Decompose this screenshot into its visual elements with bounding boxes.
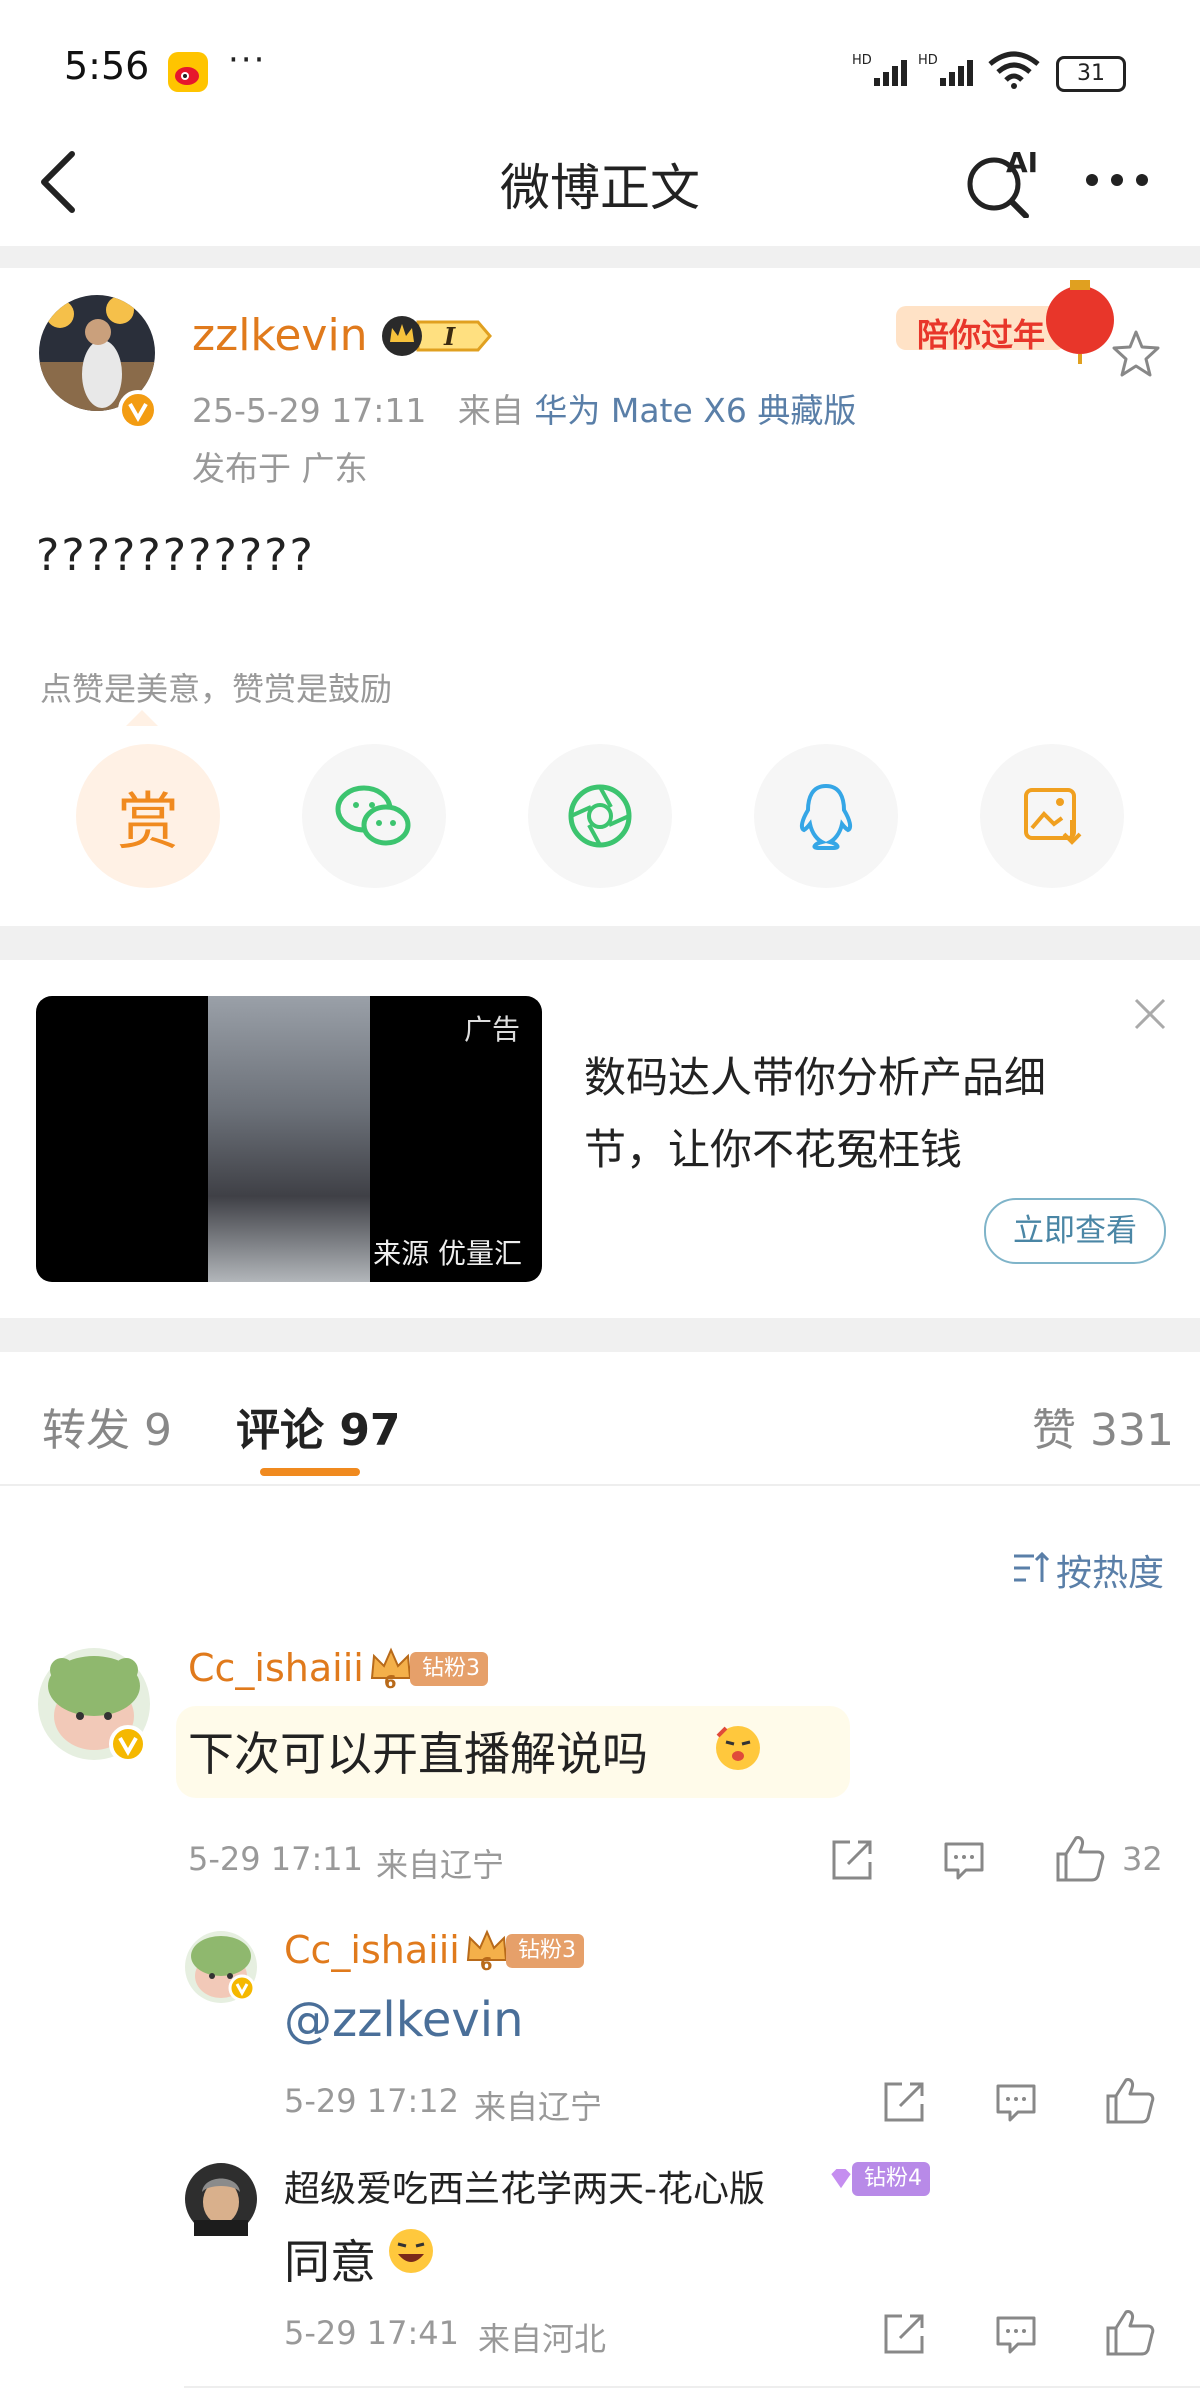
- share-qq-button[interactable]: [754, 744, 898, 888]
- reply-icon[interactable]: [940, 1836, 988, 1888]
- laughing-emoji-icon: [386, 2226, 436, 2280]
- fan-badge[interactable]: 钻粉3: [410, 1652, 488, 1686]
- reply-time: 5-29 17:41: [284, 2314, 460, 2352]
- post-source-prefix: 来自: [457, 391, 524, 430]
- save-image-icon: [1024, 788, 1082, 845]
- comment-username[interactable]: Cc_ishaiii: [188, 1646, 364, 1690]
- comment-time: 5-29 17:11: [188, 1840, 364, 1878]
- reward-button[interactable]: 赏: [76, 744, 220, 888]
- page-title: 微博正文: [500, 159, 700, 217]
- comment-location: 来自辽宁: [376, 1846, 505, 1884]
- favorite-star-icon[interactable]: [1110, 328, 1162, 384]
- reply-avatar[interactable]: [184, 2162, 258, 2236]
- like-icon[interactable]: [1104, 2306, 1156, 2362]
- post-date: 25-5-29 17:11: [192, 391, 427, 430]
- post-meta: 25-5-29 17:11 来自 华为 Mate X6 典藏版: [192, 384, 856, 432]
- member-badge[interactable]: I: [378, 312, 494, 364]
- reply-icon[interactable]: [992, 2078, 1040, 2130]
- ad-badge: 广告: [463, 1013, 520, 1046]
- reply-location: 来自河北: [478, 2320, 607, 2358]
- reward-label: 赏: [116, 785, 179, 858]
- svg-text:HD: HD: [918, 53, 938, 68]
- weibo-app-icon: [168, 52, 208, 92]
- reply-divider: [184, 2386, 1200, 2388]
- tab-reposts[interactable]: 转发 9: [42, 1394, 172, 1458]
- svg-text:6: 6: [384, 1672, 397, 1692]
- svg-text:AI: AI: [1006, 146, 1038, 179]
- reward-pointer: [126, 710, 158, 726]
- battery-indicator: 31: [1056, 56, 1126, 92]
- promo-banner-text: 陪你过年: [916, 316, 1045, 354]
- ad-cta-button[interactable]: 立即查看: [984, 1198, 1166, 1264]
- status-notification-dots: ···: [228, 40, 267, 80]
- section-divider: [0, 246, 1200, 268]
- verified-badge-icon: [108, 1724, 148, 1768]
- share-wechat-button[interactable]: [302, 744, 446, 888]
- verified-badge-icon: [118, 390, 158, 434]
- comment-text[interactable]: 下次可以开直播解说吗: [188, 1718, 648, 1784]
- svg-text:I: I: [443, 322, 456, 351]
- tab-likes[interactable]: 赞 331: [1032, 1394, 1174, 1458]
- reply-text[interactable]: 同意: [284, 2226, 376, 2292]
- close-ad-icon[interactable]: [1130, 994, 1170, 1038]
- ad-text[interactable]: 数码达人带你分析产品细节，让你不花冤枉钱: [584, 1042, 1124, 1186]
- reply-time: 5-29 17:12: [284, 2082, 460, 2120]
- share-icon[interactable]: [880, 2310, 928, 2362]
- sort-label[interactable]: 按热度: [1056, 1544, 1164, 1596]
- emoji-icon: [712, 1722, 764, 1778]
- fan-badge[interactable]: 钻粉4: [852, 2162, 930, 2196]
- reply-location: 来自辽宁: [474, 2088, 603, 2126]
- reply-text[interactable]: @zzlkevin: [284, 1992, 524, 2048]
- promo-banner[interactable]: 陪你过年: [892, 278, 1124, 364]
- share-icon[interactable]: [828, 1836, 876, 1888]
- ad-video-thumbnail[interactable]: 广告 来源 优量汇: [36, 996, 542, 1282]
- section-divider: [0, 926, 1200, 960]
- status-time: 5:56: [64, 44, 150, 88]
- fan-crown-icon: 6: [366, 1642, 416, 1696]
- moments-icon: [568, 784, 632, 848]
- svg-text:6: 6: [480, 1954, 493, 1974]
- qq-icon: [799, 783, 853, 850]
- wechat-icon: [335, 785, 411, 846]
- post-device[interactable]: 华为 Mate X6 典藏版: [534, 391, 856, 430]
- save-image-button[interactable]: [980, 744, 1124, 888]
- verified-badge-icon: [228, 1974, 256, 2006]
- reply-icon[interactable]: [992, 2310, 1040, 2362]
- like-icon[interactable]: [1054, 1832, 1106, 1888]
- ad-image: [208, 996, 370, 1282]
- author-name[interactable]: zzlkevin: [192, 310, 368, 361]
- ai-search-icon[interactable]: AI: [964, 146, 1044, 222]
- signal-icon: HD: [852, 52, 922, 92]
- sort-icon[interactable]: [1012, 1550, 1050, 1590]
- tab-comments[interactable]: 评论 97: [236, 1394, 401, 1458]
- active-tab-indicator: [260, 1468, 360, 1476]
- share-icon[interactable]: [880, 2078, 928, 2130]
- tabs-divider: [0, 1484, 1200, 1486]
- svg-text:HD: HD: [852, 53, 872, 68]
- reward-hint: 点赞是美意，赞赏是鼓励: [40, 670, 393, 708]
- section-divider: [0, 1318, 1200, 1352]
- signal-icon-2: HD: [918, 52, 988, 92]
- ad-source: 来源 优量汇: [373, 1237, 522, 1270]
- like-count: 32: [1122, 1840, 1163, 1878]
- wifi-icon: [986, 50, 1042, 94]
- fan-badge[interactable]: 钻粉3: [506, 1934, 584, 1968]
- post-location: 发布于 广东: [192, 449, 368, 488]
- share-moments-button[interactable]: [528, 744, 672, 888]
- reply-username[interactable]: Cc_ishaiii: [284, 1928, 460, 1972]
- reply-username[interactable]: 超级爱吃西兰花学两天-花心版: [284, 2160, 765, 2212]
- like-icon[interactable]: [1104, 2074, 1156, 2130]
- back-button[interactable]: [36, 148, 80, 220]
- more-options-icon[interactable]: [1082, 170, 1152, 194]
- post-text: ???????????: [36, 530, 315, 581]
- fan-crown-icon: 6: [462, 1924, 512, 1978]
